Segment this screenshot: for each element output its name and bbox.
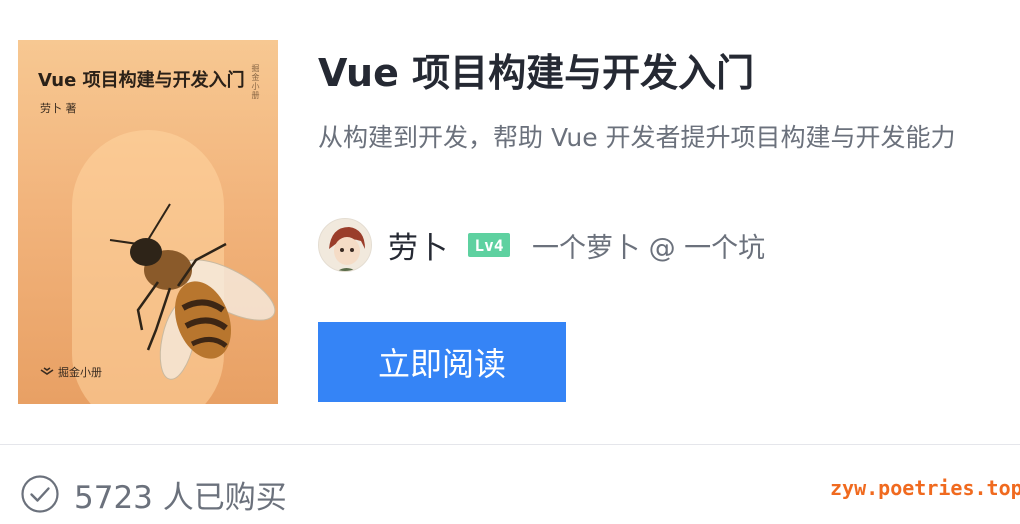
watermark: zyw.poetries.top xyxy=(830,476,1020,500)
divider xyxy=(0,444,1020,445)
book-cover[interactable]: Vue 项目构建与开发入门 劳卜 著 掘金小册 掘金小册 xyxy=(18,40,278,404)
cover-author: 劳卜 著 xyxy=(40,102,77,115)
purchase-info: 5723 人已购买 xyxy=(20,472,287,516)
level-badge: Lv4 xyxy=(468,233,510,257)
check-circle-icon xyxy=(21,475,59,513)
author-avatar[interactable] xyxy=(318,218,372,272)
avatar-image xyxy=(319,219,371,271)
author-info: 劳卜 Lv4 一个萝卜 @ 一个坑 xyxy=(318,218,765,272)
book-description: 从构建到开发，帮助 Vue 开发者提升项目构建与开发能力 xyxy=(318,123,956,152)
author-name[interactable]: 劳卜 xyxy=(388,223,448,267)
purchase-count: 5723 人已购买 xyxy=(74,479,287,516)
read-now-button[interactable]: 立即阅读 xyxy=(318,322,566,402)
author-bio: 一个萝卜 @ 一个坑 xyxy=(532,232,766,264)
cover-publisher: 掘金小册 xyxy=(40,364,102,380)
cover-publisher-label: 掘金小册 xyxy=(58,366,102,379)
book-title: Vue 项目构建与开发入门 xyxy=(318,51,755,95)
cover-title: Vue 项目构建与开发入门 xyxy=(38,70,245,91)
cover-spine-text: 掘金小册 xyxy=(251,64,260,100)
juejin-logo-icon xyxy=(40,367,54,375)
bee-illustration xyxy=(109,203,276,380)
